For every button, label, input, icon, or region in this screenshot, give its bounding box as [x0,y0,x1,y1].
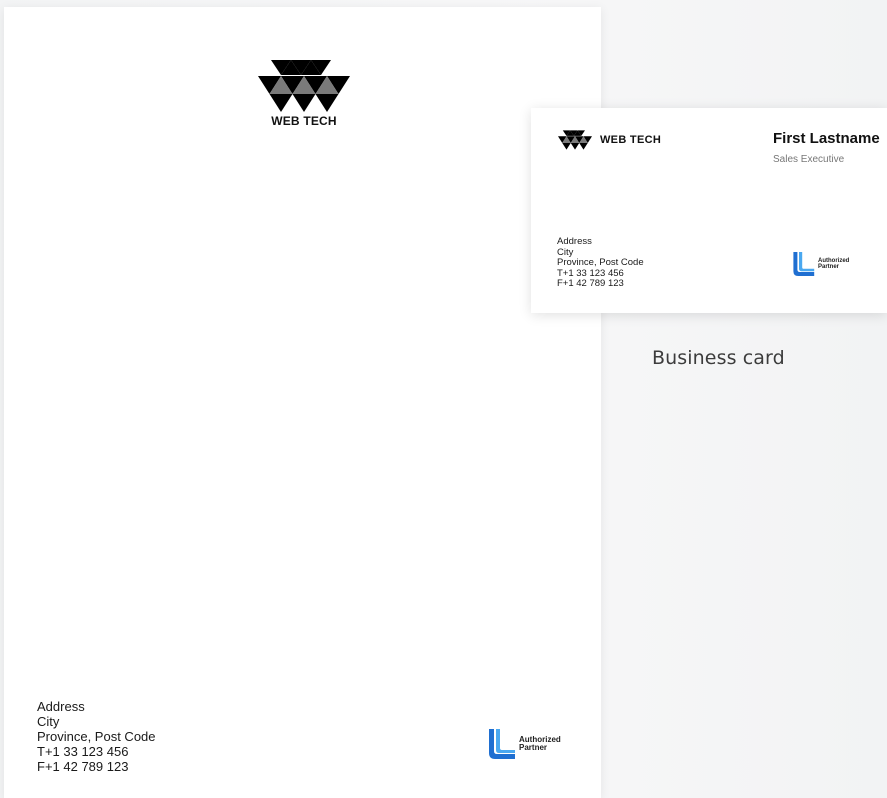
province-line: Province, Post Code [557,257,644,268]
city-line: City [37,714,60,729]
business-card-logo-text: WEB TECH [600,134,662,146]
authorized-partner-icon [793,252,815,276]
address-line: Address [37,699,85,714]
business-card-logo: WEB TECH [558,130,661,150]
letterhead-sheet: WEB TECH Address City Province, Post Cod… [4,7,601,798]
letterhead-logo: WEB TECH [257,60,351,128]
partner-label: Authorized Partner [818,258,849,271]
partner-label: Authorized Partner [519,735,561,753]
webtech-logo-icon [558,130,592,150]
authorized-partner-icon [489,729,515,759]
letterhead-address-block: Address City Province, Post Code T+1 33 … [37,699,156,774]
province-line: Province, Post Code [37,729,156,744]
business-card-authorized-partner: Authorized Partner [791,250,849,278]
business-card-job-title: Sales Executive [773,154,845,165]
partner-line2: Partner [519,743,548,752]
phone-line: T+1 33 123 456 [37,744,129,759]
address-line: Address [557,236,592,247]
webtech-logo-icon [258,60,350,112]
business-card: WEB TECH First Lastname Sales Executive … [531,108,887,313]
letterhead-logo-text: WEB TECH [271,114,337,128]
letterhead-authorized-partner: Authorized Partner [486,727,561,761]
fax-line: F+1 42 789 123 [37,759,129,774]
business-card-name: First Lastname [773,130,880,147]
fax-line: F+1 42 789 123 [557,278,624,289]
business-card-caption: Business card [652,347,785,369]
partner-line2: Partner [818,264,840,270]
business-card-address-block: Address City Province, Post Code T+1 33 … [557,236,644,290]
